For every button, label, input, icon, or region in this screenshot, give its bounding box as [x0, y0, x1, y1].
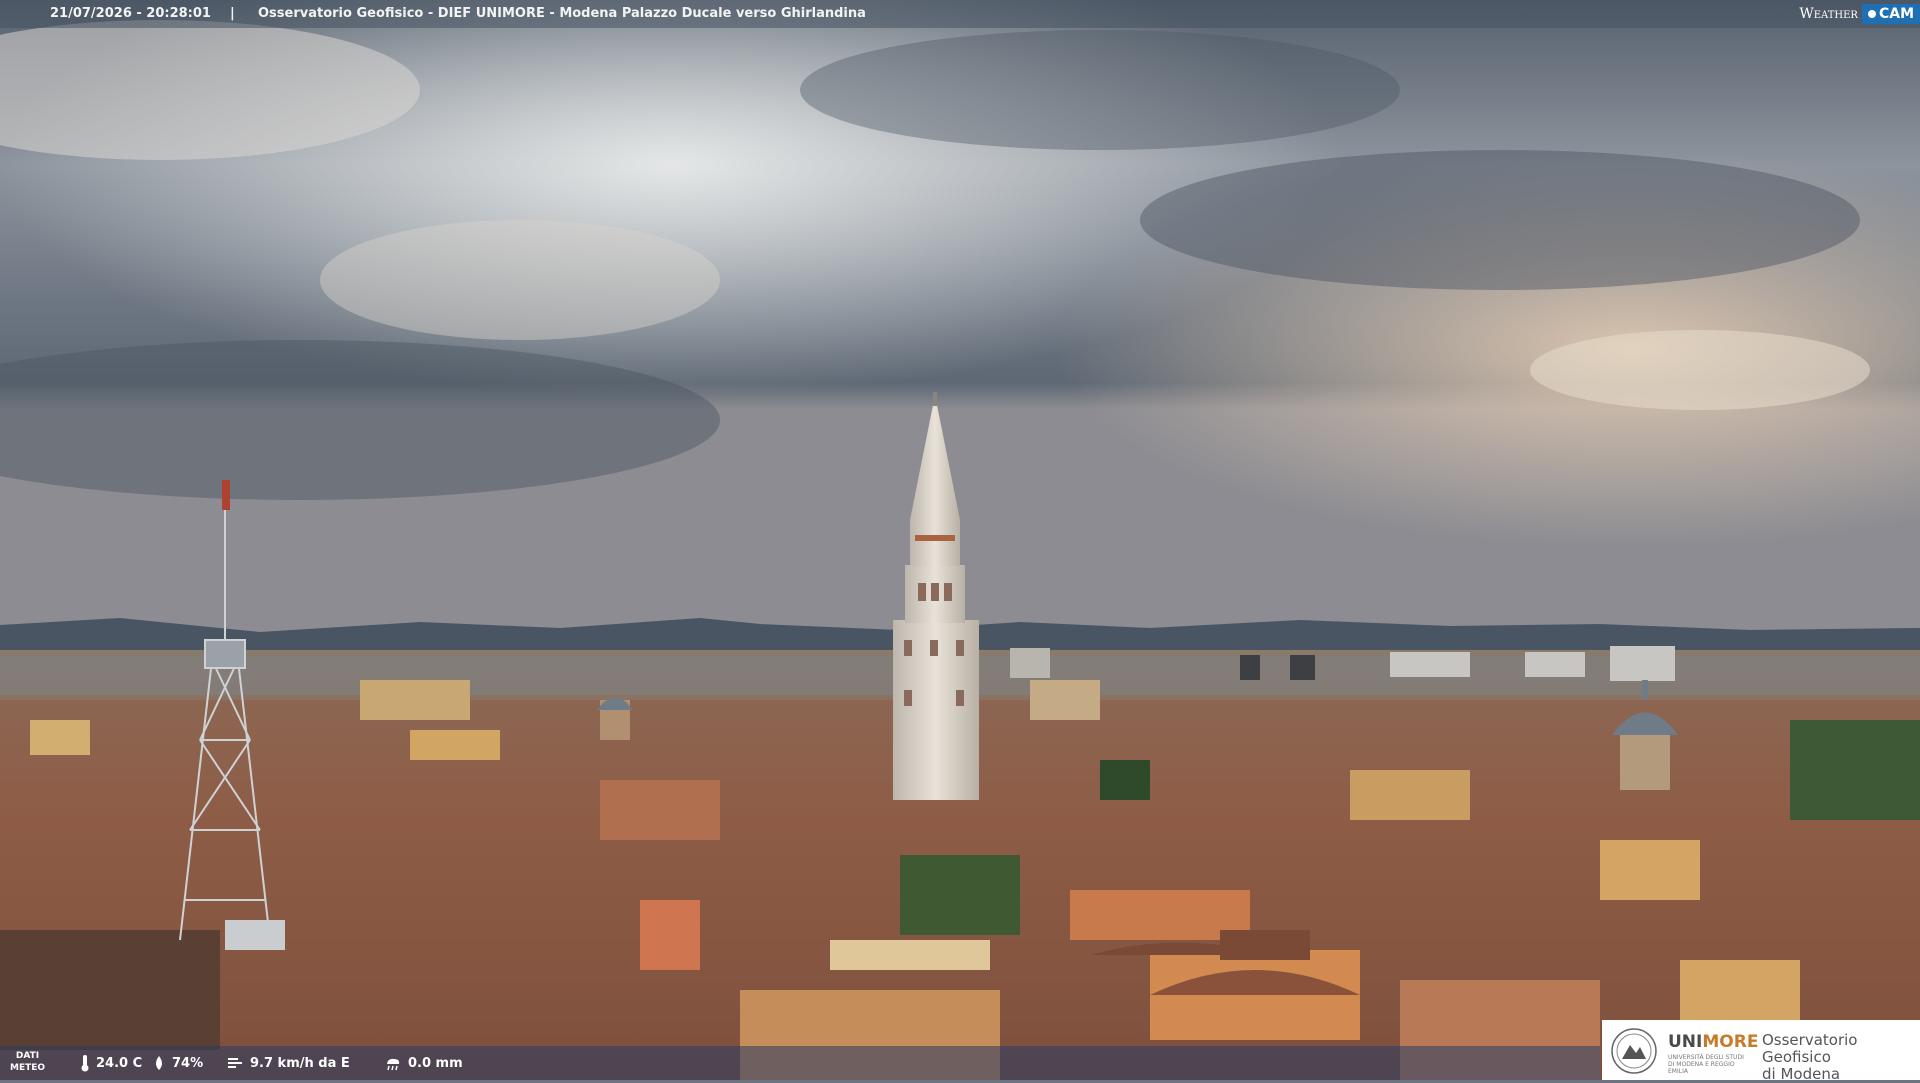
observatory-line2: di Modena [1762, 1065, 1841, 1083]
weathercam-logo: Weather CAM [1793, 0, 1920, 28]
weathercam-logo-cam: CAM [1861, 4, 1920, 24]
unimore-wordmark-more: MORE [1702, 1032, 1759, 1052]
observatory-line1: Osservatorio Geofisico [1762, 1031, 1858, 1066]
webcam-scene [0, 0, 1920, 1080]
rain-reading: 0.0 mm [384, 1046, 463, 1080]
unimore-subtitle: UNIVERSITÀ DEGLI STUDI DI MODENA E REGGI… [1668, 1054, 1744, 1075]
weathercam-logo-cam-text: CAM [1878, 6, 1914, 22]
unimore-wordmark: UNIMORE [1668, 1032, 1758, 1052]
wind-reading: 9.7 km/h da E [226, 1046, 350, 1080]
humidity-value: 74% [172, 1055, 204, 1071]
unimore-logo: UNIMORE UNIVERSITÀ DEGLI STUDI DI MODENA… [1602, 1020, 1920, 1083]
unimore-wordmark-uni: UNI [1668, 1032, 1703, 1052]
thermometer-icon [81, 1055, 89, 1072]
meteo-label: DATI METEO [10, 1050, 45, 1074]
wind-value: 9.7 km/h da E [250, 1055, 350, 1071]
rain-value: 0.0 mm [408, 1055, 463, 1071]
humidity-reading: 74% [152, 1046, 203, 1080]
meteo-data-bar: DATI METEO 24.0 C 74% 9.7 km/h da E 0.0 … [0, 1046, 1600, 1080]
humidity-drop-icon [156, 1056, 162, 1070]
wind-icon [228, 1058, 242, 1068]
university-seal-icon [1611, 1028, 1657, 1074]
temperature-value: 24.0 C [96, 1055, 143, 1071]
rain-icon [387, 1058, 400, 1071]
webcam-info-bar: 21/07/2026 - 20:28:01 | Osservatorio Geo… [0, 0, 1920, 28]
meteo-label-line1: DATI [15, 1051, 40, 1061]
temperature-reading: 24.0 C [80, 1046, 142, 1080]
observatory-name: Osservatorio Geofisico di Modena [1762, 1032, 1920, 1083]
weathercam-logo-weather: Weather [1799, 6, 1858, 22]
timestamp: 21/07/2026 - 20:28:01 [50, 6, 211, 21]
camera-lens-icon [1867, 10, 1876, 18]
meteo-label-line2: METEO [10, 1063, 46, 1073]
camera-title: Osservatorio Geofisico - DIEF UNIMORE - … [258, 6, 866, 21]
separator: | [230, 6, 235, 21]
